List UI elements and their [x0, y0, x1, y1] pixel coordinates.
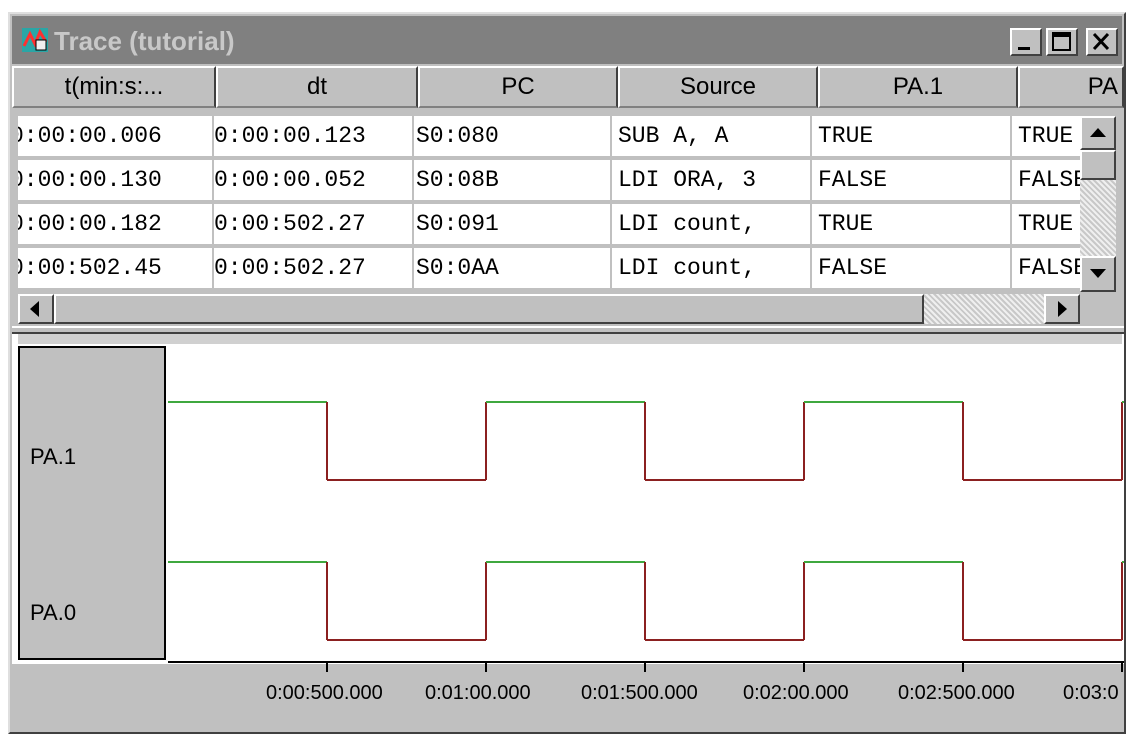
- cell-source: LDI count,: [612, 204, 810, 244]
- cell-source: SUB A, A: [612, 116, 810, 156]
- cell-pa1: FALSE: [812, 248, 1010, 288]
- scroll-thumb[interactable]: [1080, 150, 1116, 180]
- scroll-right-button[interactable]: [1044, 294, 1080, 324]
- title-bar[interactable]: Trace (tutorial): [12, 16, 1122, 64]
- minimize-icon: [1018, 47, 1030, 50]
- scroll-left-button[interactable]: [18, 294, 54, 324]
- cell-pc: S0:08B: [414, 160, 610, 200]
- minimize-button[interactable]: [1010, 28, 1042, 56]
- scroll-down-button[interactable]: [1080, 256, 1116, 292]
- trace-table-area: 0:00:00.006 0:00:00.123 S0:080 SUB A, A …: [12, 110, 1124, 326]
- horizontal-scrollbar[interactable]: [18, 294, 1080, 324]
- cell-pc: S0:091: [414, 204, 610, 244]
- column-header-pa1[interactable]: PA.1: [818, 66, 1018, 108]
- cell-dt: 0:00:00.052: [214, 160, 412, 200]
- cell-source: LDI ORA, 3: [612, 160, 810, 200]
- time-label: 0:01:500.000: [581, 682, 698, 704]
- maximize-icon: [1052, 32, 1071, 51]
- table-row[interactable]: 0:00:00.130 0:00:00.052 S0:08B LDI ORA, …: [18, 160, 1080, 200]
- table-row[interactable]: 0:00:502.45 0:00:502.27 S0:0AA LDI count…: [18, 248, 1080, 288]
- time-label: 0:01:00.000: [425, 682, 531, 704]
- cell-pa: FALSE: [1012, 248, 1080, 288]
- cell-pc: S0:080: [414, 116, 610, 156]
- column-header-dt[interactable]: dt: [216, 66, 418, 108]
- signal-label-pa0[interactable]: PA.0: [30, 600, 76, 626]
- cell-source: LDI count,: [612, 248, 810, 288]
- cell-pa1: FALSE: [812, 160, 1010, 200]
- cell-pc: S0:0AA: [414, 248, 610, 288]
- waveform-header-bar: [18, 334, 1122, 344]
- scroll-up-button[interactable]: [1080, 116, 1116, 150]
- arrow-up-icon: [1090, 128, 1106, 137]
- column-header-source[interactable]: Source: [618, 66, 818, 108]
- column-header-pa[interactable]: PA: [1018, 66, 1124, 108]
- cell-time: 0:00:00.006: [18, 116, 212, 156]
- column-headers: t(min:s:... dt PC Source PA.1 PA: [12, 66, 1124, 110]
- arrow-right-icon: [1058, 301, 1067, 317]
- horizontal-scroll-thumb[interactable]: [54, 294, 924, 324]
- close-icon: [1092, 32, 1110, 51]
- time-label: 0:03:0: [1063, 682, 1119, 704]
- cell-dt: 0:00:502.27: [214, 204, 412, 244]
- signal-label-pa1[interactable]: PA.1: [30, 444, 76, 470]
- cell-time: 0:00:00.182: [18, 204, 212, 244]
- trace-app-icon: [22, 28, 48, 52]
- cell-pa: TRUE: [1012, 116, 1080, 156]
- cell-pa: FALSE: [1012, 160, 1080, 200]
- time-label: 0:02:500.000: [898, 682, 1015, 704]
- trace-table: 0:00:00.006 0:00:00.123 S0:080 SUB A, A …: [18, 116, 1080, 292]
- cell-time: 0:00:502.45: [18, 248, 212, 288]
- table-row[interactable]: 0:00:00.182 0:00:502.27 S0:091 LDI count…: [18, 204, 1080, 244]
- vertical-scrollbar[interactable]: [1080, 116, 1116, 292]
- cell-pa: TRUE: [1012, 204, 1080, 244]
- signal-labels-panel: PA.1 PA.0: [18, 346, 166, 660]
- cell-pa1: TRUE: [812, 116, 1010, 156]
- column-header-pc[interactable]: PC: [418, 66, 618, 108]
- column-header-time[interactable]: t(min:s:...: [12, 66, 216, 108]
- waveform-pane: PA.1 PA.0 0:00:500.000 0:01:00.000 0:01:…: [12, 334, 1124, 732]
- table-row[interactable]: 0:00:00.006 0:00:00.123 S0:080 SUB A, A …: [18, 116, 1080, 156]
- close-button[interactable]: [1086, 28, 1118, 56]
- window-title: Trace (tutorial): [54, 26, 235, 56]
- trace-window: Trace (tutorial) t(min:s:... dt PC Sourc…: [8, 12, 1126, 734]
- waveform-plot[interactable]: [168, 344, 1124, 674]
- maximize-button[interactable]: [1046, 28, 1078, 56]
- cell-dt: 0:00:00.123: [214, 116, 412, 156]
- time-label: 0:02:00.000: [743, 682, 849, 704]
- arrow-left-icon: [30, 301, 39, 317]
- pane-splitter[interactable]: [12, 326, 1124, 334]
- cell-dt: 0:00:502.27: [214, 248, 412, 288]
- time-label: 0:00:500.000: [266, 682, 383, 704]
- cell-pa1: TRUE: [812, 204, 1010, 244]
- arrow-down-icon: [1090, 269, 1106, 278]
- cell-time: 0:00:00.130: [18, 160, 212, 200]
